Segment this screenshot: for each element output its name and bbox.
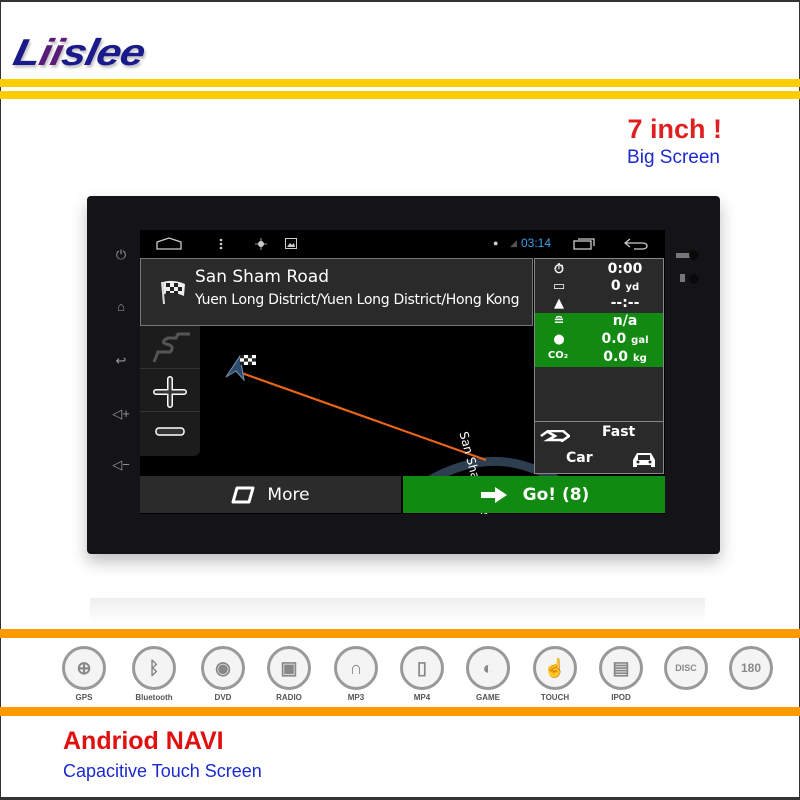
co2-unit: kg (632, 353, 647, 364)
feature-mp3: ∩ MP3 (327, 646, 385, 702)
trip-info-panel[interactable]: ⏱ 0:00 ▭ 0 yd ▲ --:-- ≘ n/a ● 0.0 gal CO… (534, 258, 664, 474)
nav-screen: ● ◢ 03:14 San Sham Road San Sham Road Yu… (140, 230, 665, 514)
logo-part-2: slee (58, 31, 149, 74)
fuel-value: 0.0 (601, 331, 627, 347)
route-path (235, 369, 487, 462)
arrow-right-icon (480, 486, 507, 503)
feature-label: MP4 (413, 693, 431, 702)
vehicle-type: Car (566, 450, 593, 466)
volume-up-icon[interactable]: ◁+ (112, 405, 130, 423)
minus-icon (155, 427, 185, 436)
power-180w-icon: 180 (729, 646, 773, 690)
destination-name: San Sham Road (195, 267, 329, 287)
zoom-out-button[interactable] (140, 412, 200, 455)
feature-label: DVD (214, 693, 232, 702)
power-icon[interactable]: ⏻ (112, 246, 130, 264)
destination-panel[interactable]: San Sham Road Yuen Long District/Yuen Lo… (140, 258, 533, 326)
map-controls (140, 326, 200, 456)
trip-time-row: ⏱ 0:00 (535, 261, 663, 279)
trip-time: 0:00 (607, 261, 643, 277)
checkered-flag-icon (161, 280, 185, 305)
co2-row: CO₂ 0.0 kg (535, 349, 663, 367)
reset-button[interactable] (676, 253, 690, 258)
home-icon[interactable]: ⌂ (112, 298, 130, 316)
road-view-icon (152, 332, 190, 363)
touch-hand-icon: ☝ (533, 646, 577, 690)
back-icon[interactable]: ↩ (112, 352, 130, 370)
route-fast-icon (540, 430, 570, 442)
more-button[interactable]: More (140, 476, 401, 513)
feature-bluetooth: ᛒ Bluetooth (125, 646, 183, 702)
trip-distance: 0 (610, 278, 621, 294)
plus-icon (153, 376, 187, 408)
feature-label: TOUCH (540, 693, 570, 702)
brand-logo: Liislee (9, 31, 149, 75)
speaker-icon: ▣ (267, 646, 311, 690)
media-player-icon: ▯ (400, 646, 444, 690)
headphones-icon: ∩ (334, 646, 378, 690)
fuel-drop-icon: ● (553, 332, 565, 347)
gamepad-icon: ◐ (466, 646, 510, 690)
co2-label: CO₂ (547, 350, 569, 361)
promo-subtitle: Big Screen (627, 147, 720, 168)
trip-distance-row: ▭ 0 yd (535, 278, 663, 296)
yellow-divider-bottom (0, 91, 800, 99)
feature-label: IPOD (611, 693, 631, 702)
disc-icon: ◉ (201, 646, 245, 690)
feature-mp4: ▯ MP4 (393, 646, 451, 702)
promo-title: 7 inch ! (627, 114, 722, 144)
feature-ipod: ▤ IPOD (592, 646, 650, 702)
fuel-unit: gal (631, 335, 649, 346)
compact-disc-logo-icon: DISC (664, 646, 708, 690)
feature-label: Bluetooth (135, 693, 173, 702)
orange-divider-top (0, 629, 800, 638)
car-warning-icon: ▲ (554, 296, 564, 311)
feature-label: RADIO (276, 693, 302, 702)
ipod-icon: ▤ (599, 646, 643, 690)
feature-label: GAME (476, 693, 500, 702)
fuel-row: ● 0.0 gal (535, 331, 663, 349)
more-shape-icon (231, 486, 255, 503)
feature-game: ◐ GAME (459, 646, 517, 702)
mic-hole (689, 274, 699, 284)
feature-radio: ▣ RADIO (260, 646, 318, 702)
cost-block: ≘ n/a ● 0.0 gal CO₂ 0.0 kg (535, 313, 663, 367)
go-label: Go! (8) (522, 484, 590, 505)
zoom-in-button[interactable] (140, 369, 200, 412)
route-settings[interactable]: Fast Car (535, 421, 663, 473)
ir-sensor (680, 274, 685, 282)
feature-label: MP3 (347, 693, 365, 702)
footer-subtitle: Capacitive Touch Screen (63, 761, 262, 781)
orange-divider-bottom (0, 707, 800, 716)
cost-row: ≘ n/a (535, 313, 663, 331)
go-button[interactable]: Go! (8) (403, 476, 665, 513)
eta-value: --:-- (610, 295, 640, 311)
feature-dvd: ◉ DVD (194, 646, 252, 702)
co2-value: 0.0 (603, 349, 629, 365)
cost-value: n/a (612, 313, 638, 329)
footer-title: Andriod NAVI (63, 727, 224, 755)
car-icon (633, 453, 655, 467)
feature-gps: ⊕ GPS (55, 646, 113, 702)
feature-label: GPS (75, 693, 93, 702)
more-label: More (267, 484, 310, 505)
feature-disc: DISC (657, 646, 715, 690)
distance-unit: yd (625, 282, 640, 293)
destination-address: Yuen Long District/Yuen Long District/Ho… (195, 292, 520, 308)
feature-touch: ☝ TOUCH (526, 646, 584, 702)
globe-icon: ⊕ (62, 646, 106, 690)
feature-power: 180 (722, 646, 780, 690)
eta-row: ▲ --:-- (535, 295, 663, 313)
reset-hole (689, 250, 699, 260)
yellow-divider-top (0, 79, 800, 87)
route-mode: Fast (602, 424, 636, 440)
bluetooth-icon: ᛒ (132, 646, 176, 690)
stopwatch-icon: ⏱ (553, 262, 565, 277)
device-reflection (90, 598, 705, 622)
ruler-icon: ▭ (552, 279, 566, 294)
view-mode-button[interactable] (140, 326, 200, 369)
volume-down-icon[interactable]: ◁− (112, 456, 130, 474)
coins-icon: ≘ (553, 314, 565, 329)
